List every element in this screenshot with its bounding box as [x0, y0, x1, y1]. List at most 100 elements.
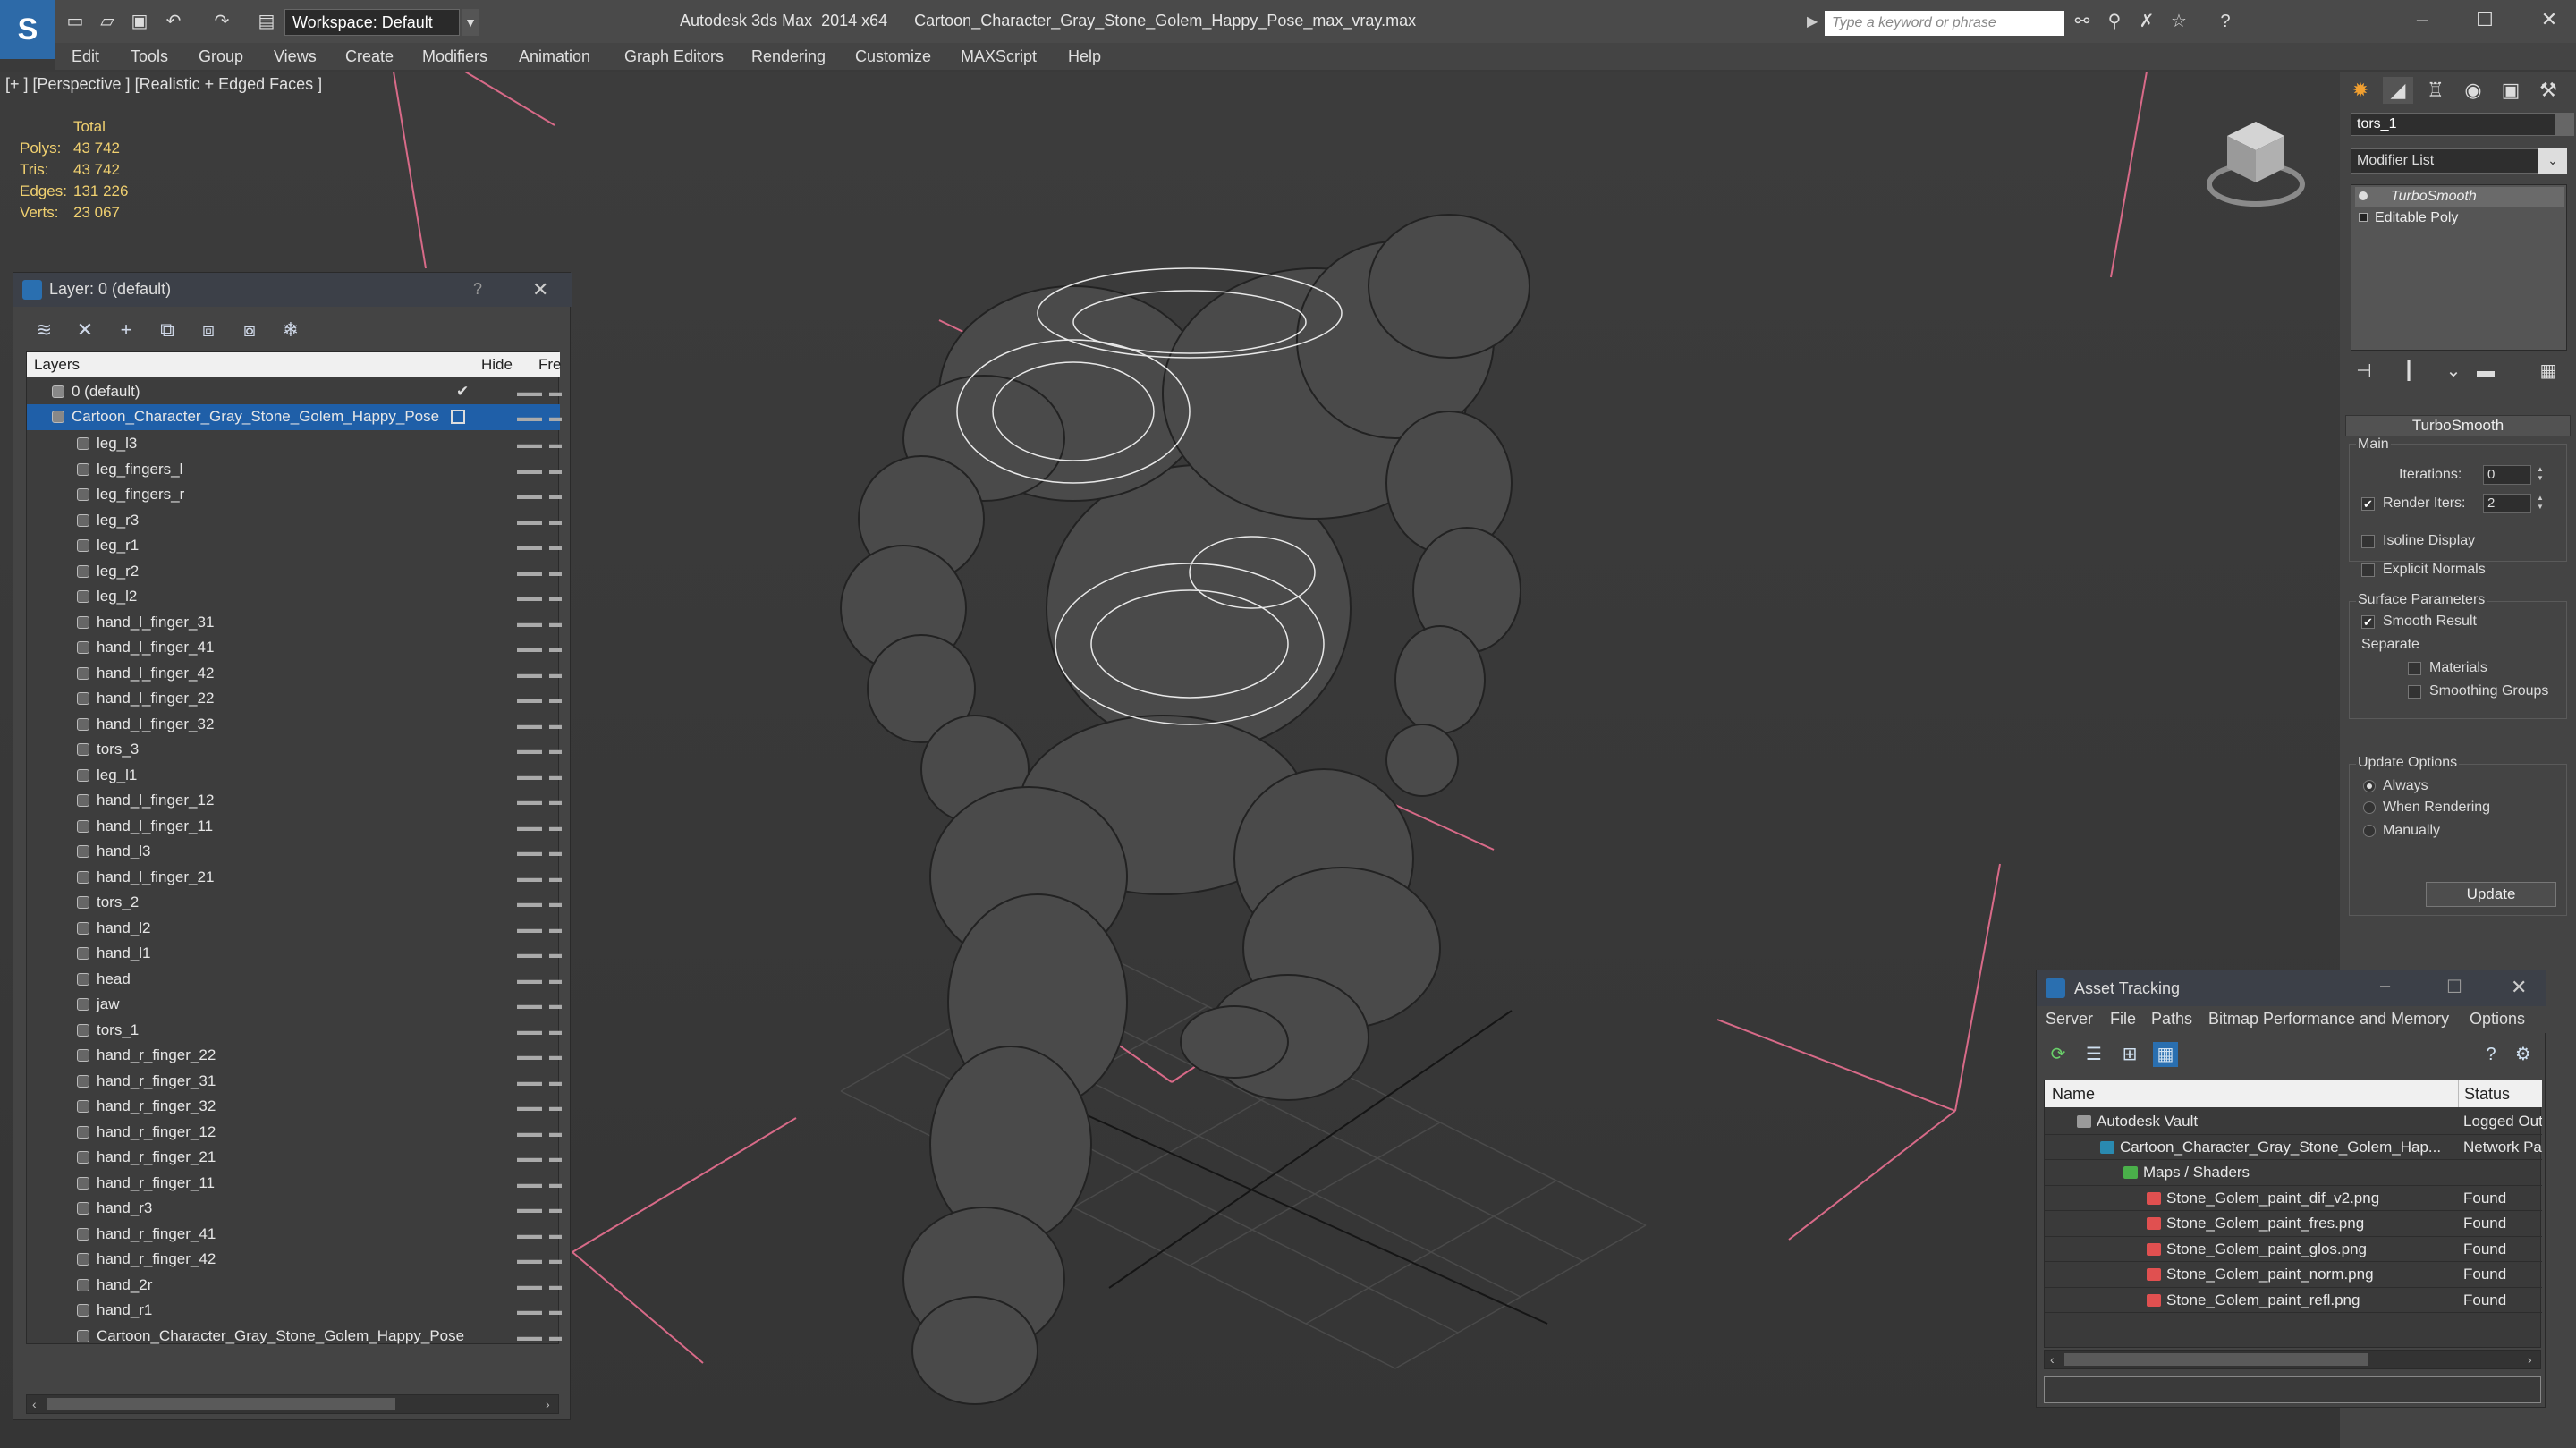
layer-object-row[interactable]: hand_r_finger_12 ▬▬ ▬: [27, 1120, 562, 1146]
hide-toggle[interactable]: ▬▬: [517, 482, 542, 507]
open-file-icon[interactable]: ▱: [97, 11, 118, 32]
configure-sets-icon[interactable]: ▦: [2535, 358, 2562, 385]
help-icon[interactable]: ?: [2215, 11, 2236, 32]
col-status[interactable]: Status: [2458, 1080, 2510, 1107]
isoline-checkbox[interactable]: [2361, 535, 2375, 548]
utilities-tab-icon[interactable]: ⚒: [2533, 77, 2563, 104]
materials-checkbox[interactable]: [2408, 662, 2421, 675]
horizontal-scrollbar[interactable]: ‹ ›: [2044, 1350, 2541, 1369]
freeze-toggle[interactable]: ▬: [549, 1298, 562, 1323]
freeze-toggle[interactable]: ▬: [549, 763, 562, 788]
freeze-toggle[interactable]: ▬: [549, 1222, 562, 1247]
rollout-header[interactable]: TurboSmooth: [2345, 415, 2571, 436]
menu-rendering[interactable]: Rendering: [751, 43, 826, 70]
layer-object-row[interactable]: hand_l_finger_22 ▬▬ ▬: [27, 686, 562, 712]
hide-toggle[interactable]: ▬▬: [517, 1094, 542, 1119]
scroll-right-icon[interactable]: ›: [2528, 1352, 2532, 1367]
layer-object-row[interactable]: hand_l_finger_41 ▬▬ ▬: [27, 635, 562, 661]
menu-options[interactable]: Options: [2470, 1010, 2525, 1029]
menu-tools[interactable]: Tools: [131, 43, 168, 70]
layer-object-row[interactable]: Cartoon_Character_Gray_Stone_Golem_Happy…: [27, 1324, 562, 1350]
show-end-result-icon[interactable]: ┃: [2395, 358, 2422, 385]
active-layer-check-icon[interactable]: ✔: [456, 379, 469, 404]
hide-all-icon[interactable]: ⧇: [237, 318, 262, 343]
scroll-right-icon[interactable]: ›: [546, 1397, 550, 1411]
search-input[interactable]: Type a keyword or phrase: [1825, 11, 2064, 36]
layer-object-row[interactable]: hand_r_finger_11 ▬▬ ▬: [27, 1171, 562, 1197]
freeze-toggle[interactable]: ▬: [549, 635, 562, 660]
asset-row[interactable]: Stone_Golem_paint_refl.png Found: [2045, 1288, 2542, 1313]
menu-server[interactable]: Server: [2046, 1010, 2093, 1029]
hide-toggle[interactable]: ▬▬: [517, 1222, 542, 1247]
freeze-toggle[interactable]: ▬: [549, 431, 562, 456]
app-logo-icon[interactable]: S: [0, 0, 55, 59]
pin-stack-icon[interactable]: ⊣: [2351, 358, 2377, 385]
menu-file[interactable]: File: [2110, 1010, 2136, 1029]
scroll-left-icon[interactable]: ‹: [2050, 1352, 2055, 1367]
help-icon[interactable]: ?: [473, 280, 482, 299]
hide-toggle[interactable]: ▬▬: [517, 508, 542, 533]
layer-object-row[interactable]: hand_r_finger_42 ▬▬ ▬: [27, 1247, 562, 1273]
stack-item-turbosmooth[interactable]: TurboSmooth: [2355, 187, 2564, 207]
hide-toggle[interactable]: ▬▬: [517, 610, 542, 635]
always-radio[interactable]: [2363, 780, 2376, 792]
hide-toggle[interactable]: ▬▬: [517, 763, 542, 788]
hide-toggle[interactable]: ▬▬: [517, 661, 542, 686]
chevron-down-icon[interactable]: ▼: [462, 9, 479, 36]
asset-path-field[interactable]: [2044, 1376, 2541, 1403]
remove-modifier-icon[interactable]: ▬: [2472, 358, 2499, 385]
freeze-toggle[interactable]: ▬: [549, 1324, 562, 1349]
hide-toggle[interactable]: ▬▬: [517, 584, 542, 609]
freeze-toggle[interactable]: ▬: [549, 508, 562, 533]
table-view-icon[interactable]: ▦: [2153, 1042, 2178, 1067]
freeze-toggle[interactable]: ▬: [549, 1171, 562, 1196]
menu-help[interactable]: Help: [1068, 43, 1101, 70]
freeze-toggle[interactable]: ▬: [549, 610, 562, 635]
freeze-toggle[interactable]: ▬: [549, 686, 562, 711]
undo-icon[interactable]: ↶: [163, 11, 184, 32]
object-name-field[interactable]: tors_1: [2351, 113, 2560, 136]
freeze-toggle[interactable]: ▬: [549, 584, 562, 609]
layer-row-default[interactable]: 0 (default) ✔ ▬▬ ▬: [27, 379, 562, 405]
viewcube-icon[interactable]: [2202, 113, 2309, 211]
minimize-icon[interactable]: –: [2404, 5, 2440, 34]
hide-toggle[interactable]: ▬▬: [517, 1298, 542, 1323]
freeze-toggle[interactable]: ▬: [549, 1094, 562, 1119]
col-layers[interactable]: Layers: [34, 352, 80, 377]
hide-toggle[interactable]: ▬▬: [517, 890, 542, 915]
layer-object-row[interactable]: hand_l3 ▬▬ ▬: [27, 839, 562, 865]
menu-views[interactable]: Views: [274, 43, 317, 70]
layer-object-row[interactable]: hand_l_finger_11 ▬▬ ▬: [27, 814, 562, 840]
freeze-toggle[interactable]: ▬: [549, 941, 562, 966]
hide-toggle[interactable]: ▬▬: [517, 941, 542, 966]
redo-icon[interactable]: ↷: [211, 11, 233, 32]
close-icon[interactable]: ✕: [532, 278, 548, 301]
freeze-toggle[interactable]: ▬: [549, 1247, 562, 1272]
hide-toggle[interactable]: ▬▬: [517, 1145, 542, 1170]
freeze-toggle[interactable]: ▬: [549, 712, 562, 737]
menu-maxscript[interactable]: MAXScript: [961, 43, 1037, 70]
update-button[interactable]: Update: [2426, 882, 2556, 907]
hide-toggle[interactable]: ▬▬: [517, 992, 542, 1017]
freeze-all-icon[interactable]: ❄: [278, 318, 303, 343]
layer-object-row[interactable]: hand_l_finger_31 ▬▬ ▬: [27, 610, 562, 636]
motion-tab-icon[interactable]: ◉: [2458, 77, 2488, 104]
layer-object-row[interactable]: hand_r_finger_31 ▬▬ ▬: [27, 1069, 562, 1095]
when-rendering-radio[interactable]: [2363, 801, 2376, 814]
hide-toggle[interactable]: ▬▬: [517, 686, 542, 711]
hide-toggle[interactable]: ▬▬: [517, 1196, 542, 1221]
workspace-dropdown[interactable]: Workspace: Default: [284, 9, 460, 36]
freeze-toggle[interactable]: ▬: [549, 890, 562, 915]
menu-graph-editors[interactable]: Graph Editors: [624, 43, 724, 70]
hide-toggle[interactable]: ▬▬: [517, 559, 542, 584]
menu-modifiers[interactable]: Modifiers: [422, 43, 487, 70]
modifier-list-dropdown[interactable]: Modifier List: [2351, 148, 2567, 174]
asset-row[interactable]: Maps / Shaders: [2045, 1160, 2542, 1186]
menu-create[interactable]: Create: [345, 43, 394, 70]
make-active-checkbox[interactable]: [451, 410, 465, 424]
layer-object-row[interactable]: jaw ▬▬ ▬: [27, 992, 562, 1018]
stack-item-editable-poly[interactable]: Editable Poly: [2355, 208, 2458, 228]
freeze-toggle[interactable]: ▬: [549, 839, 562, 864]
explicit-normals-checkbox[interactable]: [2361, 563, 2375, 577]
layer-object-row[interactable]: leg_r3 ▬▬ ▬: [27, 508, 562, 534]
